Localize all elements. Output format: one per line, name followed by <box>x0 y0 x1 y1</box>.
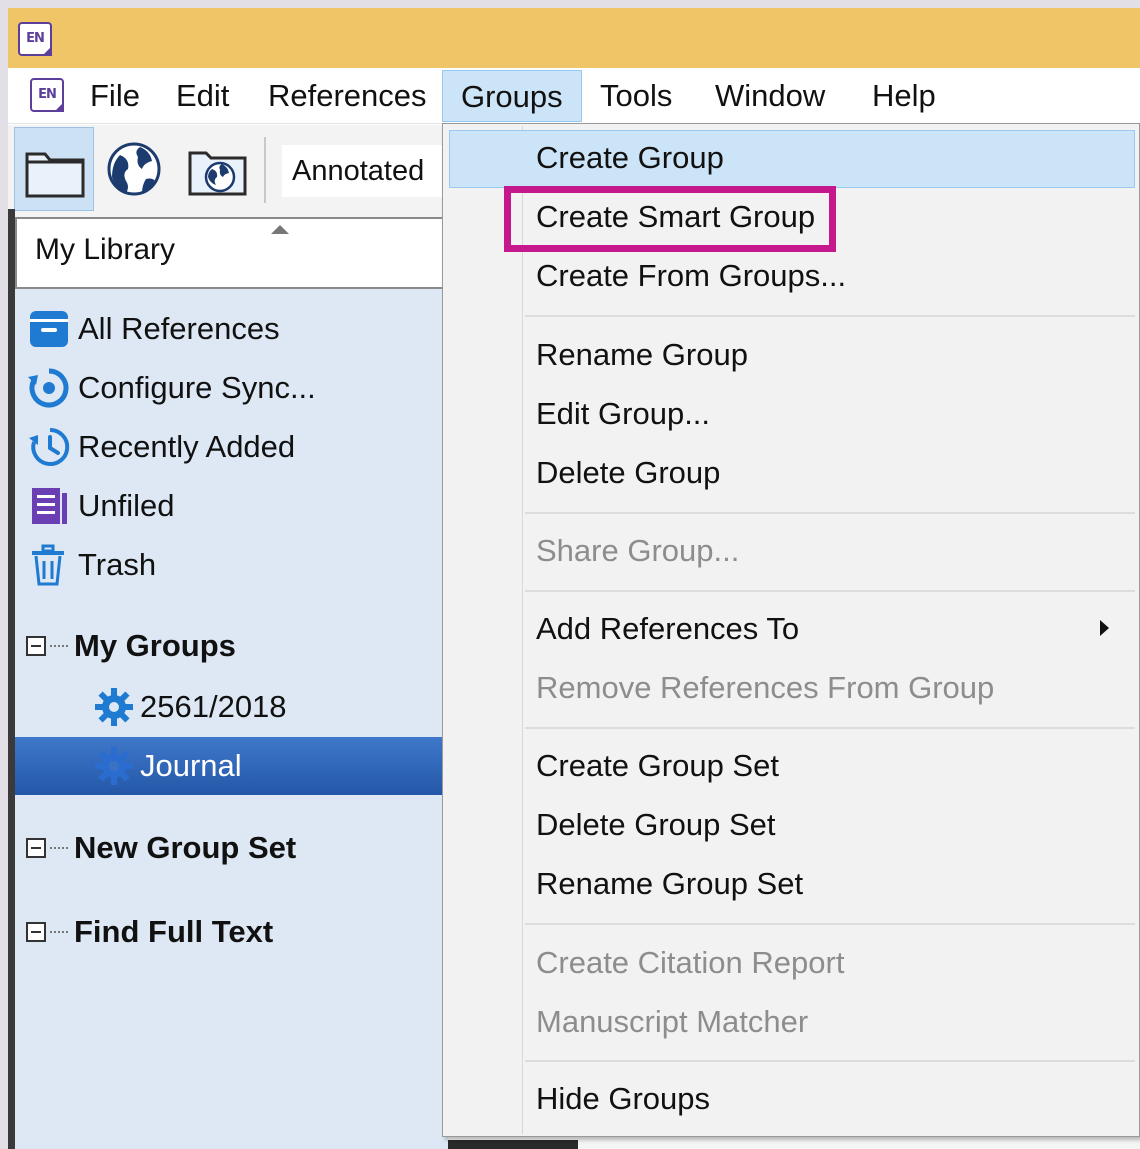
smart-group-gear-icon <box>95 688 133 726</box>
library-item-label: Trash <box>78 547 157 582</box>
menu-separator <box>525 512 1135 514</box>
menu-item-create-group-set[interactable]: Create Group Set <box>443 737 1139 795</box>
menu-item-edit-group[interactable]: Edit Group... <box>443 385 1139 443</box>
library-item-label: Unfiled <box>78 488 175 523</box>
menu-item-delete-group-set[interactable]: Delete Group Set <box>443 796 1139 854</box>
library-item-all-references[interactable]: All References <box>26 301 280 357</box>
menu-references[interactable]: References <box>250 70 445 122</box>
all-references-icon <box>30 311 68 347</box>
output-style-select[interactable]: Annotated <box>282 145 452 197</box>
collapse-toggle-icon[interactable] <box>26 922 46 942</box>
groups-dropdown-menu: Create Group Create Smart Group Create F… <box>442 123 1140 1137</box>
group-set-label: New Group Set <box>74 830 297 865</box>
collapse-toggle-icon[interactable] <box>26 838 46 858</box>
collapse-caret-icon[interactable] <box>271 225 289 234</box>
menu-item-rename-group[interactable]: Rename Group <box>443 326 1139 384</box>
endnote-app-icon: EN <box>18 22 52 56</box>
menu-help[interactable]: Help <box>854 70 954 122</box>
toolbar: Annotated <box>8 125 452 217</box>
group-set-my-groups[interactable]: My Groups <box>26 618 236 674</box>
menu-separator <box>525 1060 1135 1062</box>
toolbar-separator <box>264 137 266 203</box>
menu-item-create-citation-report: Create Citation Report <box>536 945 845 980</box>
group-label: 2561/2018 <box>140 689 287 724</box>
group-set-label: Find Full Text <box>74 914 274 949</box>
menu-bar: EN File Edit References Groups Tools Win… <box>8 68 1140 124</box>
menu-tools[interactable]: Tools <box>582 70 690 122</box>
recent-icon <box>29 427 70 466</box>
menu-groups[interactable]: Groups <box>442 70 582 122</box>
group-item-2561-2018[interactable]: 2561/2018 <box>92 679 287 735</box>
library-item-configure-sync[interactable]: Configure Sync... <box>26 360 316 416</box>
group-set-label: My Groups <box>74 628 236 663</box>
menu-item-manuscript-matcher: Manuscript Matcher <box>536 1004 809 1039</box>
tree-connector <box>50 847 68 849</box>
unfiled-icon <box>32 488 67 524</box>
title-bar: EN <box>8 8 1140 68</box>
tree-connector <box>50 931 68 933</box>
menu-separator <box>525 315 1135 317</box>
groups-panel: My Library All References Configure Sync… <box>8 217 448 1149</box>
menu-item-create-smart-group[interactable]: Create Smart Group <box>443 188 1139 246</box>
local-library-mode-button[interactable] <box>14 127 94 211</box>
menu-file[interactable]: File <box>72 70 158 122</box>
menu-item-create-from-groups[interactable]: Create From Groups... <box>443 247 1139 305</box>
library-item-label: Configure Sync... <box>78 370 316 405</box>
folder-icon <box>25 152 85 198</box>
smart-group-gear-icon <box>95 747 133 785</box>
library-item-label: Recently Added <box>78 429 296 464</box>
menu-item-label: Add References To <box>536 611 800 646</box>
menu-item-share-group: Share Group... <box>536 533 740 568</box>
endnote-menu-icon[interactable]: EN <box>30 78 64 112</box>
menu-item-add-references-to[interactable]: Add References To <box>443 600 1139 658</box>
group-set-find-full-text[interactable]: Find Full Text <box>26 904 273 960</box>
menu-item-rename-group-set[interactable]: Rename Group Set <box>443 855 1139 913</box>
menu-item-delete-group[interactable]: Delete Group <box>443 444 1139 502</box>
menu-item-hide-groups[interactable]: Hide Groups <box>443 1070 1139 1128</box>
library-item-label: All References <box>78 311 280 346</box>
library-item-trash[interactable]: Trash <box>26 537 156 593</box>
menu-separator <box>525 923 1135 925</box>
globe-icon <box>107 142 161 196</box>
tree-connector <box>50 645 68 647</box>
group-item-journal[interactable]: Journal <box>92 738 242 794</box>
window-left-edge <box>8 209 15 1149</box>
selected-group-row[interactable]: Journal <box>15 737 448 795</box>
submenu-arrow-icon <box>1100 620 1109 636</box>
trash-icon <box>32 544 64 586</box>
group-set-new-group-set[interactable]: New Group Set <box>26 820 296 876</box>
library-item-unfiled[interactable]: Unfiled <box>26 478 175 534</box>
menu-separator <box>525 590 1135 592</box>
online-search-mode-button[interactable] <box>96 127 176 211</box>
library-online-icon <box>188 151 247 196</box>
menu-item-create-group[interactable]: Create Group <box>449 130 1135 188</box>
collapse-toggle-icon[interactable] <box>26 636 46 656</box>
sync-icon <box>28 368 69 408</box>
status-strip <box>448 1140 578 1149</box>
group-label: Journal <box>140 748 242 783</box>
menu-item-remove-references-from-group: Remove References From Group <box>536 670 995 705</box>
library-selector-label: My Library <box>35 233 176 266</box>
library-selector[interactable]: My Library <box>15 217 448 289</box>
menu-edit[interactable]: Edit <box>158 70 247 122</box>
menu-separator <box>525 727 1135 729</box>
library-item-recently-added[interactable]: Recently Added <box>26 419 295 475</box>
menu-window[interactable]: Window <box>697 70 843 122</box>
integrated-library-mode-button[interactable] <box>180 127 260 211</box>
